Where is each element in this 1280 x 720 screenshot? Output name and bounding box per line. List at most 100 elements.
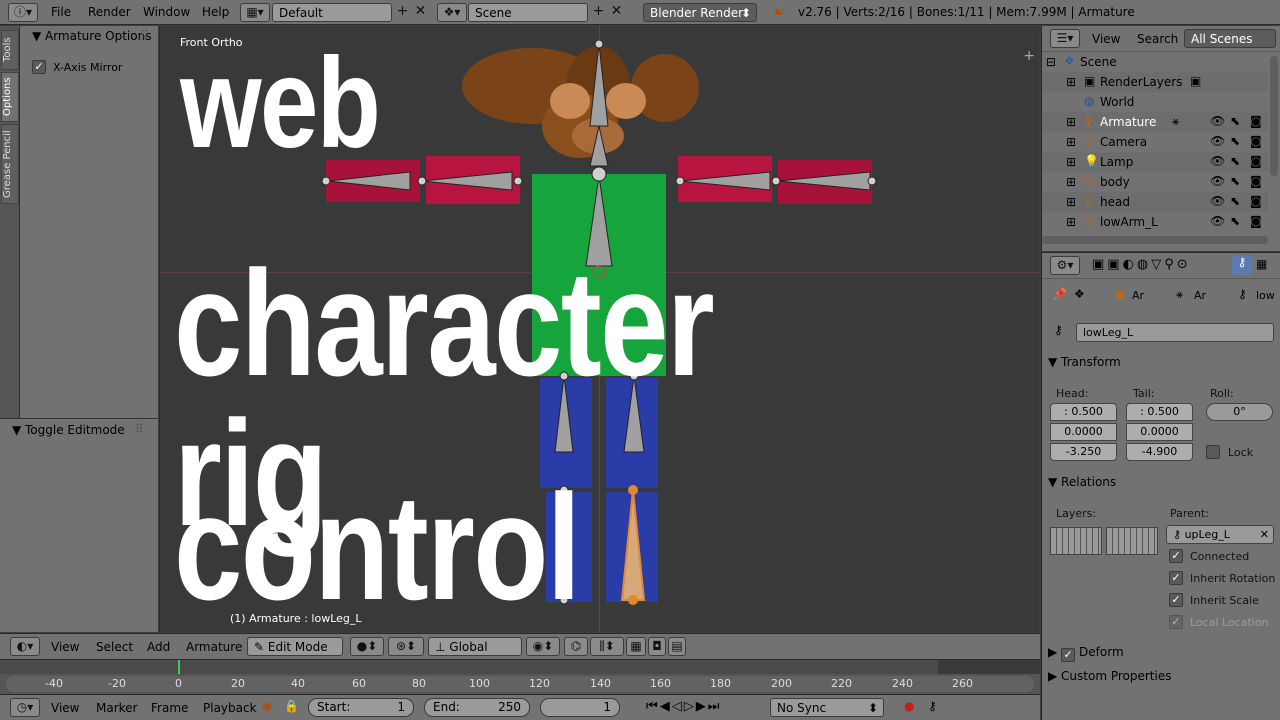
3d-viewport[interactable]: Front Ortho + web character rig control … bbox=[159, 26, 1039, 632]
info-editor-icon[interactable]: ⓘ▾ bbox=[8, 3, 38, 22]
menu-view[interactable]: View bbox=[51, 640, 79, 654]
snap-icon[interactable]: ⌬ bbox=[564, 637, 588, 656]
transform-orientation-select[interactable]: ⊥ Global bbox=[428, 637, 522, 656]
outliner-horizontal-scrollbar[interactable] bbox=[1042, 236, 1268, 244]
custom-properties-section-header[interactable]: ▶ Custom Properties bbox=[1048, 669, 1276, 683]
bone-constraint-tab-icon[interactable]: ▦ bbox=[1256, 257, 1267, 271]
add-layout-icon[interactable]: + bbox=[394, 4, 411, 21]
expand-icon[interactable]: ⊞ bbox=[1066, 215, 1076, 229]
selected-bone-tail-joint[interactable] bbox=[628, 595, 638, 605]
select-cursor-icon[interactable]: ⬉ bbox=[1230, 194, 1240, 208]
snap-target-icon[interactable]: ▦ bbox=[626, 637, 646, 656]
select-cursor-icon[interactable]: ⬉ bbox=[1230, 134, 1240, 148]
inherit-rotation-checkbox[interactable]: ✓ bbox=[1169, 571, 1183, 585]
bone-tab-icon[interactable]: ⚷ bbox=[1232, 255, 1252, 275]
snap-element-icon[interactable]: ⫼⬍ bbox=[590, 637, 624, 656]
timeline-scrollbar[interactable] bbox=[6, 676, 1034, 692]
visibility-eye-icon[interactable]: 👁 bbox=[1210, 174, 1225, 188]
x-axis-mirror-checkbox[interactable]: ✓ bbox=[32, 60, 46, 74]
render-camera-icon[interactable]: ◙ bbox=[1250, 134, 1262, 148]
collapse-triangle-icon[interactable]: ▼ bbox=[32, 29, 41, 43]
add-scene-icon[interactable]: + bbox=[590, 4, 607, 21]
tail-y-field[interactable]: 0.0000 bbox=[1126, 423, 1193, 441]
select-cursor-icon[interactable]: ⬉ bbox=[1230, 214, 1240, 228]
menu-armature[interactable]: Armature bbox=[186, 640, 242, 654]
menu-help[interactable]: Help bbox=[202, 5, 229, 19]
armature-options-title[interactable]: Armature Options bbox=[45, 29, 151, 43]
inherit-scale-checkbox[interactable]: ✓ bbox=[1169, 593, 1183, 607]
expand-icon[interactable]: ⊞ bbox=[1066, 195, 1076, 209]
menu-select[interactable]: Select bbox=[96, 640, 133, 654]
tab-tools[interactable]: Tools bbox=[1, 30, 19, 70]
visibility-eye-icon[interactable]: 👁 bbox=[1210, 214, 1225, 228]
collapse-triangle-icon[interactable]: ▼ bbox=[12, 423, 21, 437]
outliner-row-renderlayers[interactable]: ⊞ ▣ RenderLayers ▣ bbox=[1042, 72, 1268, 92]
expand-icon[interactable]: ⊞ bbox=[1066, 75, 1076, 89]
parent-field[interactable]: ⚷ upLeg_L ✕ bbox=[1166, 525, 1274, 544]
timeline-scrub-area[interactable] bbox=[0, 660, 1040, 674]
end-frame-field[interactable]: End: 250 bbox=[424, 698, 530, 717]
outliner-menu-search[interactable]: Search bbox=[1137, 32, 1178, 46]
pin-icon[interactable]: 📌 bbox=[1052, 287, 1067, 301]
start-frame-field[interactable]: Start: 1 bbox=[308, 698, 414, 717]
menu-add[interactable]: Add bbox=[147, 640, 170, 654]
layout-grid-icon[interactable]: ▦▾ bbox=[240, 3, 270, 22]
roll-field[interactable]: 0° bbox=[1206, 403, 1273, 421]
timeline-menu-view[interactable]: View bbox=[51, 701, 79, 715]
timeline-menu-marker[interactable]: Marker bbox=[96, 701, 137, 715]
head-y-field[interactable]: 0.0000 bbox=[1050, 423, 1117, 441]
outliner-row-body[interactable]: ⊞ ▽ body 👁 ⬉ ◙ bbox=[1042, 172, 1268, 192]
bone-layers-grid-2[interactable] bbox=[1106, 527, 1158, 555]
outliner-vertical-scrollbar[interactable] bbox=[1270, 56, 1278, 176]
select-cursor-icon[interactable]: ⬉ bbox=[1230, 154, 1240, 168]
render-camera-icon[interactable]: ◙ bbox=[1250, 214, 1262, 228]
outliner-row-lowarm-l[interactable]: ⊞ ▽ lowArm_L 👁 ⬉ ◙ bbox=[1042, 212, 1268, 232]
menu-file[interactable]: File bbox=[51, 5, 71, 19]
outliner-row-scene[interactable]: ⊟ ❖ Scene bbox=[1042, 52, 1268, 72]
deform-section-header[interactable]: ▶ ✓ Deform bbox=[1048, 645, 1276, 662]
tab-options[interactable]: Options bbox=[1, 72, 19, 122]
render-camera-icon[interactable]: ◘ bbox=[648, 637, 666, 656]
collapse-icon[interactable]: ⊟ bbox=[1046, 55, 1056, 69]
render-camera-icon[interactable]: ◙ bbox=[1250, 174, 1262, 188]
drag-handle-icon[interactable]: ⠿ bbox=[140, 28, 149, 42]
clear-parent-icon[interactable]: ✕ bbox=[1260, 528, 1269, 541]
outliner-row-world[interactable]: ◍ World bbox=[1042, 92, 1268, 112]
lock-checkbox[interactable] bbox=[1206, 445, 1220, 459]
outliner-menu-view[interactable]: View bbox=[1092, 32, 1120, 46]
render-engine-select[interactable]: Blender Render ⬍ bbox=[643, 3, 757, 22]
keying-set-icon[interactable]: ⚷ bbox=[928, 699, 937, 713]
head-z-field[interactable]: -3.250 bbox=[1050, 443, 1117, 461]
connected-checkbox[interactable]: ✓ bbox=[1169, 549, 1183, 563]
render-camera-icon[interactable]: ◙ bbox=[1250, 194, 1262, 208]
menu-window[interactable]: Window bbox=[143, 5, 190, 19]
pivot-point-icon[interactable]: ⊛⬍ bbox=[388, 637, 424, 656]
timeline[interactable]: -40 -20 0 20 40 60 80 100 120 140 160 18… bbox=[0, 659, 1040, 694]
current-frame-marker[interactable] bbox=[178, 660, 180, 674]
expand-icon[interactable]: ⊞ bbox=[1066, 135, 1076, 149]
screen-layout-field[interactable]: Default bbox=[272, 3, 392, 22]
render-animation-icon[interactable]: ▤ bbox=[668, 637, 686, 656]
bone-name-field[interactable]: lowLeg_L bbox=[1076, 323, 1274, 342]
scene-field[interactable]: Scene bbox=[468, 3, 588, 22]
tail-z-field[interactable]: -4.900 bbox=[1126, 443, 1193, 461]
remove-layout-icon[interactable]: ✕ bbox=[412, 4, 429, 21]
sync-mode-select[interactable]: No Sync ⬍ bbox=[770, 698, 884, 717]
editor-type-icon[interactable]: ◐▾ bbox=[10, 637, 40, 656]
expand-icon[interactable]: ⊞ bbox=[1066, 115, 1076, 129]
outliner-row-armature[interactable]: ⊞ ⚲ Armature ⚹ 👁 ⬉ ◙ bbox=[1042, 112, 1268, 132]
drag-handle-icon[interactable]: ⠿ bbox=[135, 422, 144, 436]
toggle-editmode-title[interactable]: Toggle Editmode bbox=[25, 423, 125, 437]
proportional-edit-icon[interactable]: ◉⬍ bbox=[526, 637, 560, 656]
lock-range-icon[interactable]: 🔒 bbox=[284, 699, 299, 713]
scene-icon[interactable]: ❖▾ bbox=[437, 3, 467, 22]
current-frame-field[interactable]: 1 bbox=[540, 698, 620, 717]
outliner-display-select[interactable]: All Scenes bbox=[1184, 29, 1276, 48]
relations-section-header[interactable]: ▼ Relations bbox=[1048, 475, 1276, 489]
tail-x-field[interactable]: : 0.500 bbox=[1126, 403, 1193, 421]
timeline-menu-frame[interactable]: Frame bbox=[151, 701, 188, 715]
remove-scene-icon[interactable]: ✕ bbox=[608, 4, 625, 21]
transform-section-header[interactable]: ▼ Transform bbox=[1048, 355, 1276, 369]
tab-grease-pencil[interactable]: Grease Pencil bbox=[1, 124, 19, 204]
properties-context-tabs-icon[interactable]: ▣▣◐◍▽⚲⊙ bbox=[1092, 257, 1191, 272]
